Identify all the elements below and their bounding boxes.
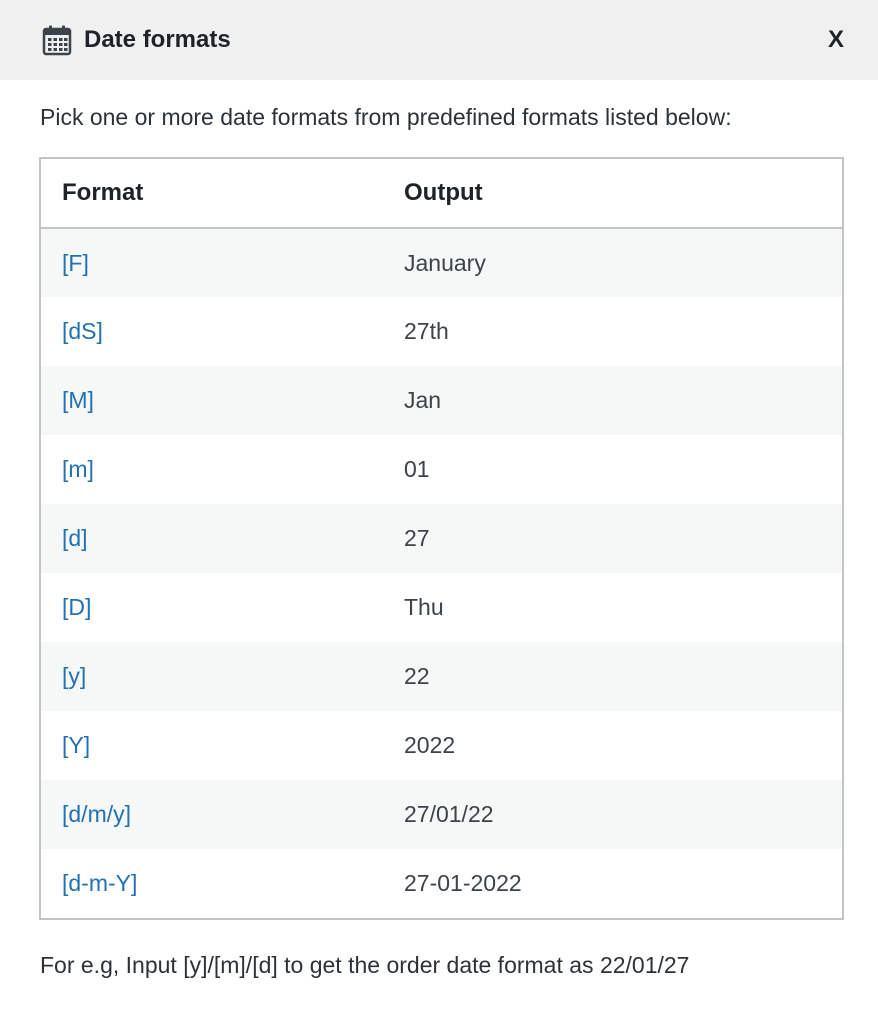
format-output: 01 (383, 435, 842, 504)
format-code-link[interactable]: [y] (41, 642, 383, 711)
format-output: Jan (383, 366, 842, 435)
table-header-row: Format Output (41, 159, 842, 229)
table-row: [d] 27 (41, 504, 842, 573)
table-row: [d-m-Y] 27-01-2022 (41, 849, 842, 918)
format-code-link[interactable]: [D] (41, 573, 383, 642)
close-button[interactable]: X (828, 24, 844, 56)
table-row: [F] January (41, 228, 842, 297)
format-output: 2022 (383, 711, 842, 780)
format-output: 27 (383, 504, 842, 573)
column-header-format: Format (41, 159, 383, 229)
format-code-link[interactable]: [d/m/y] (41, 780, 383, 849)
dialog-title: Date formats (84, 26, 231, 53)
format-output: 27/01/22 (383, 780, 842, 849)
format-output: 22 (383, 642, 842, 711)
formats-table: Format Output [F] January [dS] 27th [M] … (41, 159, 842, 918)
intro-text: Pick one or more date formats from prede… (40, 104, 732, 130)
table-row: [D] Thu (41, 573, 842, 642)
table-row: [m] 01 (41, 435, 842, 504)
format-code-link[interactable]: [Y] (41, 711, 383, 780)
format-code-link[interactable]: [m] (41, 435, 383, 504)
example-note: For e.g, Input [y]/[m]/[d] to get the or… (40, 952, 690, 978)
table-row: [M] Jan (41, 366, 842, 435)
table-row: [dS] 27th (41, 297, 842, 366)
format-code-link[interactable]: [d-m-Y] (41, 849, 383, 918)
calendar-icon (40, 23, 74, 57)
formats-table-container: Format Output [F] January [dS] 27th [M] … (39, 157, 844, 920)
format-output: 27-01-2022 (383, 849, 842, 918)
format-code-link[interactable]: [F] (41, 228, 383, 297)
format-code-link[interactable]: [d] (41, 504, 383, 573)
dialog-header: Date formats X (0, 0, 878, 80)
format-output: Thu (383, 573, 842, 642)
table-row: [Y] 2022 (41, 711, 842, 780)
table-row: [d/m/y] 27/01/22 (41, 780, 842, 849)
format-code-link[interactable]: [dS] (41, 297, 383, 366)
format-code-link[interactable]: [M] (41, 366, 383, 435)
format-output: January (383, 228, 842, 297)
date-formats-dialog: Date formats X Pick one or more date for… (0, 0, 878, 1024)
column-header-output: Output (383, 159, 842, 229)
table-row: [y] 22 (41, 642, 842, 711)
format-output: 27th (383, 297, 842, 366)
